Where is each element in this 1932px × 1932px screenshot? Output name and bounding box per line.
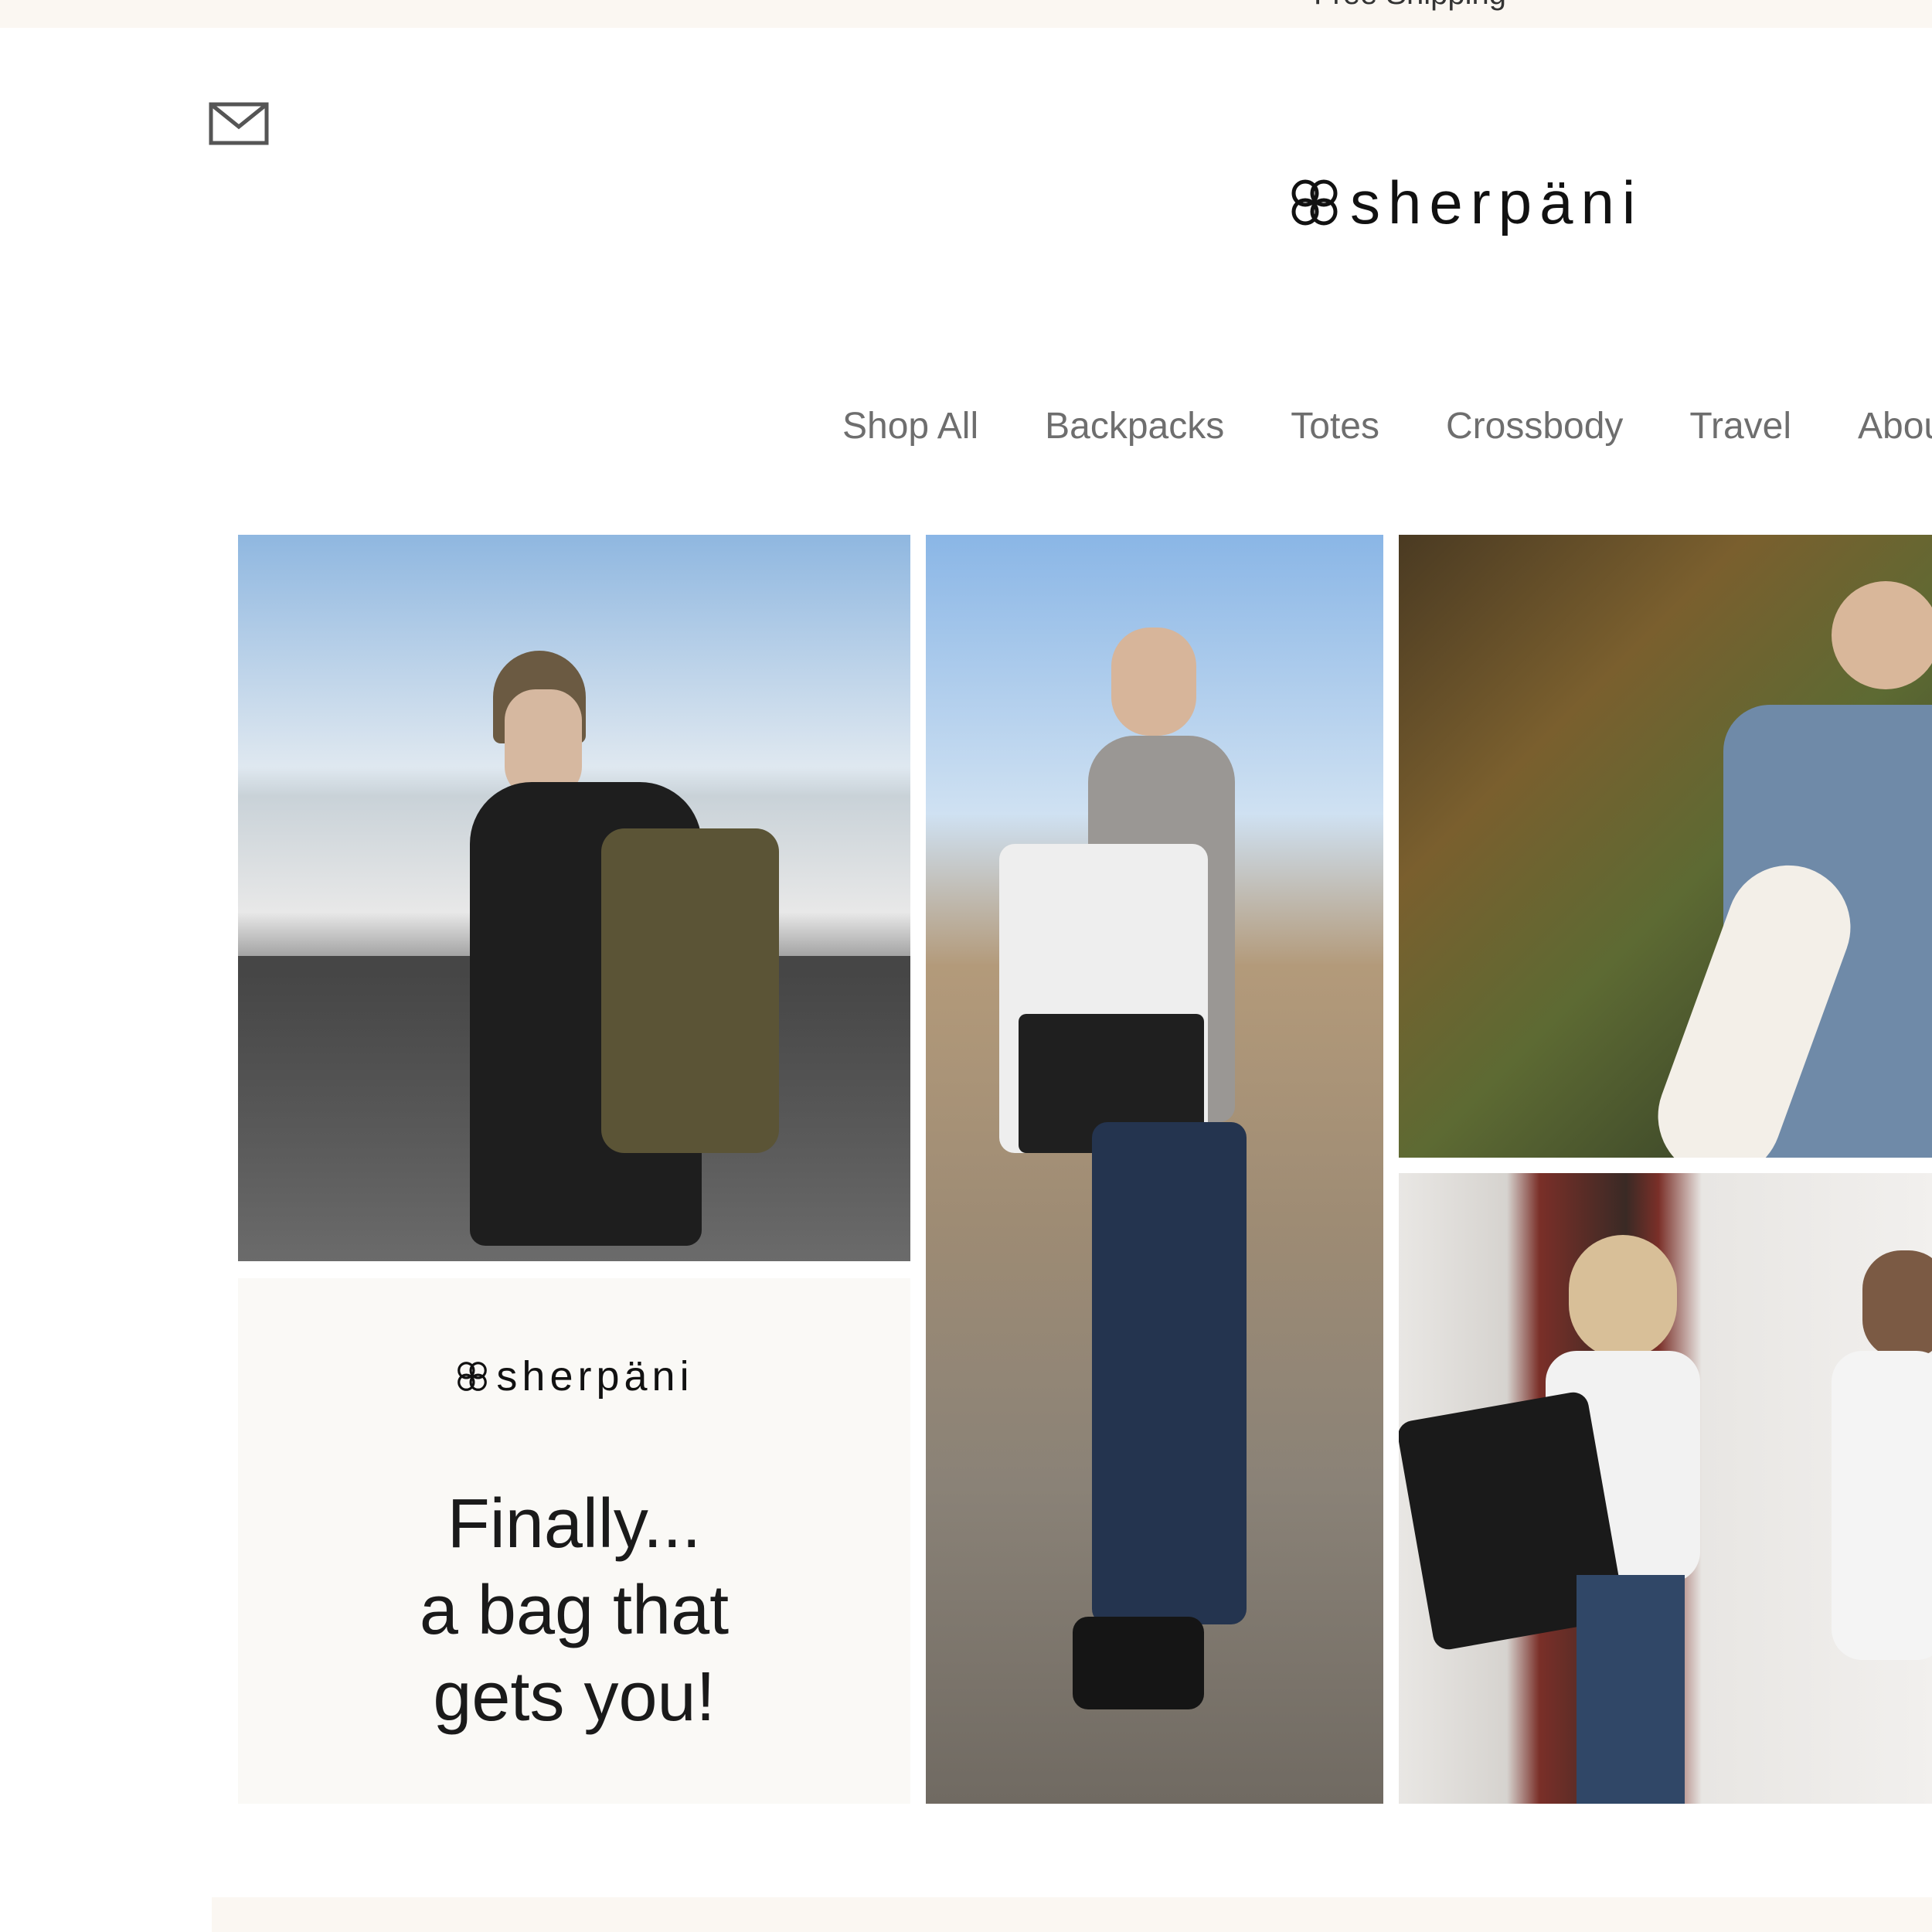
logo-wordmark: sherpäni <box>1350 168 1644 236</box>
section-divider <box>212 1897 1932 1932</box>
nav-item-travel[interactable]: Travel <box>1689 405 1791 447</box>
hero-photo-white-backpack <box>926 535 1383 1804</box>
promo-logo: sherpäni <box>238 1352 910 1400</box>
promo-headline: Finally... a bag that gets you! <box>238 1481 910 1740</box>
envelope-icon[interactable] <box>209 102 269 145</box>
hero-photo-train-platform <box>238 535 910 1261</box>
nav-item-shop-all[interactable]: Shop All <box>842 405 978 447</box>
promo-logo-wordmark: sherpäni <box>496 1353 694 1400</box>
announcement-bar: Free Shipping <box>0 0 1932 28</box>
flower-logo-icon <box>457 1362 488 1391</box>
hero-photo-window-friends <box>1399 1173 1932 1804</box>
site-logo[interactable]: sherpäni <box>1287 164 1643 241</box>
nav-item-about[interactable]: About <box>1858 405 1932 447</box>
main-nav: Shop All Backpacks Totes Crossbody Trave… <box>842 405 1932 447</box>
promo-card[interactable]: sherpäni Finally... a bag that gets you! <box>238 1278 910 1804</box>
flower-logo-icon <box>1291 179 1338 226</box>
promo-line-2: a bag that <box>419 1572 730 1649</box>
promo-line-3: gets you! <box>433 1658 716 1736</box>
announcement-text: Free Shipping <box>1314 0 1506 12</box>
promo-line-1: Finally... <box>447 1485 702 1563</box>
nav-item-crossbody[interactable]: Crossbody <box>1446 405 1623 447</box>
nav-item-backpacks[interactable]: Backpacks <box>1045 405 1224 447</box>
nav-item-totes[interactable]: Totes <box>1291 405 1379 447</box>
hero-photo-forest-surfboard <box>1399 535 1932 1158</box>
